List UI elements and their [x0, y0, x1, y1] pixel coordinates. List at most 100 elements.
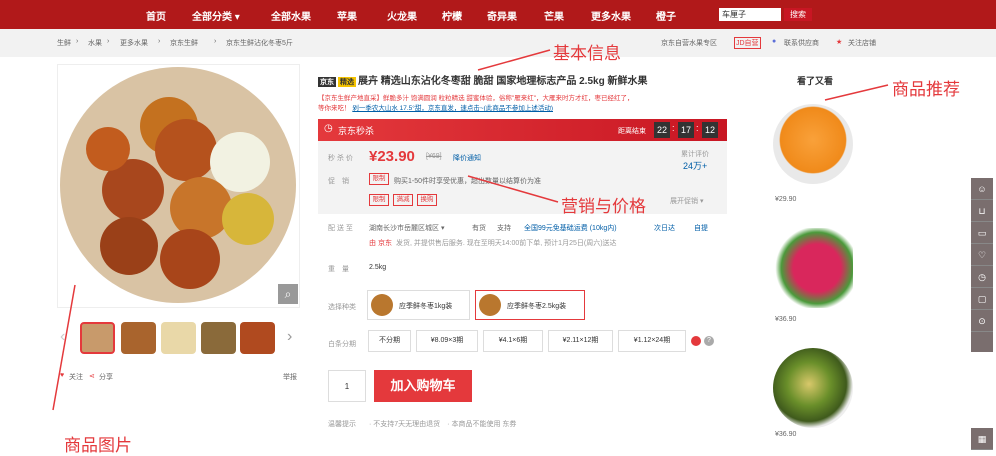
- heart-icon[interactable]: ♡: [971, 244, 993, 266]
- star-icon: ★: [836, 39, 843, 46]
- chevron-left-icon[interactable]: ‹: [60, 328, 65, 346]
- variant-thumb: [371, 294, 393, 316]
- support-label: 支持: [497, 225, 511, 232]
- countdown-colon: :: [672, 123, 675, 133]
- jd-self-badge: JD自营: [734, 37, 761, 49]
- wallet-icon[interactable]: ▭: [971, 222, 993, 244]
- selected-tag: 精选: [338, 77, 356, 87]
- nav-item-home[interactable]: 首页: [146, 8, 166, 23]
- product-title: 京东 精选 展卉 精选山东沾化冬枣甜 脆甜 国家地理标志产品 2.5kg 新鲜水果: [318, 72, 647, 87]
- search-input[interactable]: 车厘子: [719, 8, 781, 21]
- countdown-minutes: 17: [678, 122, 694, 138]
- add-to-cart-button[interactable]: 加入购物车: [374, 370, 472, 402]
- thumbnail-5[interactable]: [240, 322, 275, 354]
- thumbnail-4[interactable]: [201, 322, 236, 354]
- breadcrumb: 生鲜 › 水果 › 更多水果 › 京东生鲜 › 京东生鲜沾化冬枣5斤 京东自营水…: [0, 29, 996, 57]
- installment-option-12[interactable]: ¥2.11×12期: [548, 330, 613, 352]
- reco-item-orange[interactable]: [773, 104, 853, 184]
- help-icon[interactable]: ⊙: [971, 310, 993, 332]
- reco-item-pitaya[interactable]: [773, 228, 853, 308]
- variant-label: 选择种类: [328, 304, 356, 311]
- reco-item-avocado[interactable]: [773, 348, 853, 428]
- installment-option-none[interactable]: 不分期: [368, 330, 411, 352]
- annotation-marketing: 营销与价格: [561, 197, 646, 217]
- crumb-jd-fresh[interactable]: 京东生鲜: [170, 38, 198, 48]
- thumbnail-2[interactable]: [121, 322, 156, 354]
- chat-icon: ●: [772, 38, 777, 45]
- main-product-image[interactable]: [57, 64, 300, 308]
- follow-link[interactable]: 关注: [69, 372, 83, 382]
- user-icon[interactable]: ☺: [971, 178, 993, 200]
- review-count[interactable]: 24万+: [683, 159, 707, 172]
- nav-item-apple[interactable]: 苹果: [337, 8, 357, 23]
- installment-option-6[interactable]: ¥4.1×6期: [483, 330, 543, 352]
- help-icon[interactable]: ?: [704, 336, 714, 346]
- cart-icon[interactable]: ⊔: [971, 200, 993, 222]
- contact-supplier-link[interactable]: 联系供应商: [784, 38, 819, 48]
- seckill-label: 京东秒杀: [338, 126, 375, 136]
- reco-price: ¥29.90: [775, 196, 797, 203]
- countdown-label: 距离结束: [618, 128, 646, 135]
- annotation-recommend: 商品推荐: [892, 80, 960, 100]
- thumbnail-1[interactable]: [80, 322, 115, 354]
- reco-price: ¥36.90: [775, 431, 797, 438]
- crumb-fruits[interactable]: 水果: [88, 38, 102, 48]
- clock-icon: ◷: [324, 123, 333, 134]
- product-title-text: 展卉 精选山东沾化冬枣甜 脆甜 国家地理标志产品 2.5kg 新鲜水果: [358, 76, 648, 87]
- pickup-link[interactable]: 自提: [694, 223, 708, 233]
- nav-item-mango[interactable]: 芒果: [544, 8, 564, 23]
- original-price: [¥69]: [426, 153, 442, 160]
- variant-option-1kg[interactable]: 应季鲜冬枣1kg装: [367, 290, 470, 320]
- price-label: 秒 杀 价: [328, 155, 353, 162]
- next-day-link[interactable]: 次日达: [654, 223, 675, 233]
- price-notify-link[interactable]: 降价通知: [453, 153, 481, 163]
- message-icon[interactable]: ▢: [971, 288, 993, 310]
- promo-tag-exchange[interactable]: 换购: [417, 194, 437, 206]
- nav-item-kiwi[interactable]: 奇异果: [487, 8, 517, 23]
- side-toolbar: ☺ ⊔ ▭ ♡ ◷ ▢ ⊙: [971, 178, 993, 352]
- top-nav: 首页 全部分类 ▾ 全部水果 苹果 火龙果 柠檬 奇异果 芒果 更多水果 橙子 …: [0, 0, 996, 29]
- nav-item-more-fruits[interactable]: 更多水果: [591, 8, 631, 23]
- jd-tag: 京东: [318, 77, 336, 87]
- thumbnail-3[interactable]: [161, 322, 196, 354]
- subtitle-text-2: 等你来吃！: [318, 105, 351, 112]
- nav-item-all-fruits[interactable]: 全部水果: [271, 8, 311, 23]
- promo-tag-limit[interactable]: 限制: [369, 194, 389, 206]
- promo-limit-tag: 限制: [369, 173, 389, 185]
- zoom-icon[interactable]: ⌕: [278, 284, 298, 304]
- tip-label: 温馨提示: [328, 421, 356, 428]
- promo-text: 购买1-50件时享受优惠，超出数量以结算价为准: [394, 178, 542, 185]
- quantity-input[interactable]: 1: [328, 370, 366, 402]
- ship-note: 发货, 并提供售后服务. 现在至明天14:00前下单, 预计1月25日(周六)送…: [396, 240, 617, 247]
- crumb-sep: ›: [214, 38, 217, 45]
- follow-store-link[interactable]: 关注店铺: [848, 38, 876, 48]
- nav-item-orange[interactable]: 橙子: [656, 8, 676, 23]
- crumb-more-fruits[interactable]: 更多水果: [120, 38, 148, 48]
- expand-promo-link[interactable]: 展开促销 ▾: [670, 196, 703, 206]
- installment-option-3[interactable]: ¥8.09×3期: [416, 330, 478, 352]
- crumb-fresh[interactable]: 生鲜: [57, 38, 71, 48]
- promo-tag-discount[interactable]: 满减: [393, 194, 413, 206]
- qrcode-icon[interactable]: ▦: [971, 428, 993, 450]
- subtitle-link[interactable]: 剁一季农大山水 17.5°甜，京东直发，速点击~(此商品不参加上述活动): [352, 105, 553, 112]
- history-icon[interactable]: ◷: [971, 266, 993, 288]
- weight-value: 2.5kg: [369, 264, 387, 271]
- shipping-service-link[interactable]: 全国99元免基础运费 (10kg内): [524, 223, 617, 233]
- store-name-link[interactable]: 京东自营水果专区: [661, 38, 717, 48]
- chevron-right-icon[interactable]: ›: [287, 328, 292, 346]
- search-button[interactable]: 搜索: [784, 8, 812, 21]
- crumb-sep: ›: [107, 38, 110, 45]
- share-link[interactable]: 分享: [99, 372, 113, 382]
- installment-label: 白条分期: [328, 341, 356, 348]
- installment-option-24[interactable]: ¥1.12×24期: [618, 330, 686, 352]
- nav-item-all-categories[interactable]: 全部分类 ▾: [192, 8, 240, 23]
- heart-icon: ♥: [60, 372, 65, 379]
- report-link[interactable]: 举报: [283, 372, 297, 382]
- nav-item-lemon[interactable]: 柠檬: [442, 8, 462, 23]
- crumb-product: 京东生鲜沾化冬枣5斤: [226, 40, 293, 47]
- variant-option-2-5kg[interactable]: 应季鲜冬枣2.5kg装: [475, 290, 585, 320]
- ship-address-select[interactable]: 湖南长沙市岳麓区城区 ▾: [369, 223, 444, 233]
- nav-item-pitaya[interactable]: 火龙果: [387, 8, 417, 23]
- price-value: ¥23.90: [369, 148, 415, 165]
- share-icon: ⋖: [89, 373, 95, 380]
